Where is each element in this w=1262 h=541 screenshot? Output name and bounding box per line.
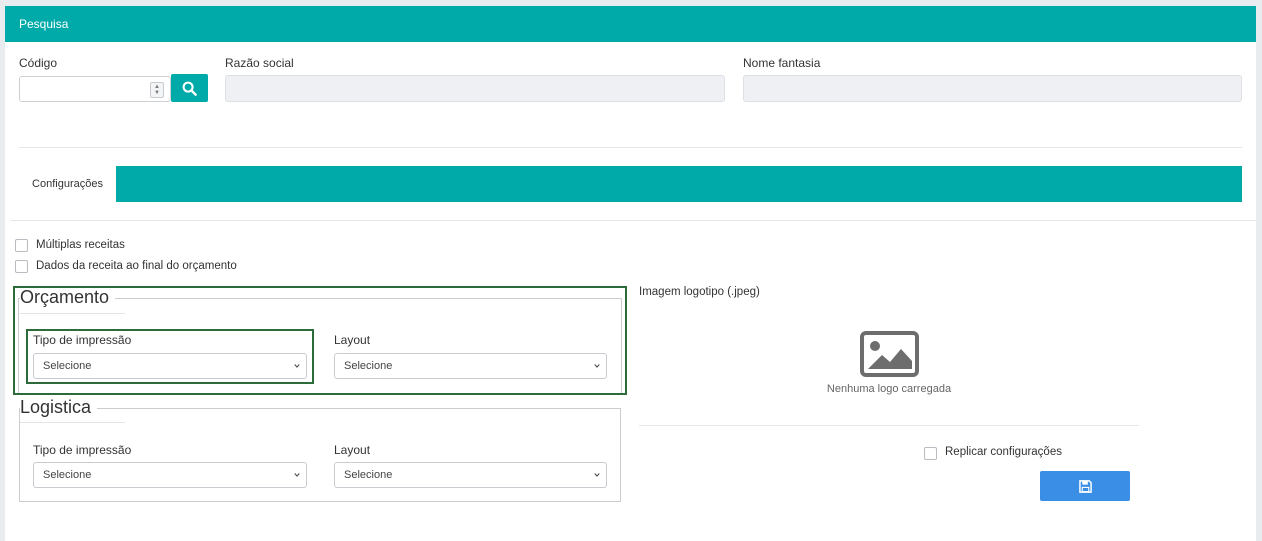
codigo-input[interactable]: ▲ ▼ (19, 76, 171, 102)
logistica-tipo-label: Tipo de impressão (33, 443, 132, 457)
legend-underline (20, 422, 125, 423)
multiplas-receitas-checkbox[interactable] (15, 239, 28, 252)
logistica-layout-label: Layout (334, 443, 371, 457)
orcamento-layout-select[interactable]: Selecione (334, 353, 607, 379)
replicar-label: Replicar configurações (945, 446, 1062, 458)
select-value: Selecione (43, 469, 92, 481)
orcamento-tipo-select[interactable]: Selecione (33, 353, 307, 379)
search-icon (182, 81, 197, 96)
nome-fantasia-input (743, 75, 1242, 102)
select-value: Selecione (43, 360, 92, 372)
chevron-down-icon (294, 473, 300, 477)
divider (19, 147, 1242, 148)
nome-fantasia-label: Nome fantasia (743, 56, 821, 70)
logistica-layout-select[interactable]: Selecione (334, 462, 607, 488)
replicar-checkbox[interactable] (924, 447, 937, 460)
multiplas-receitas-label: Múltiplas receitas (36, 239, 125, 251)
chevron-down-icon (594, 364, 600, 368)
panel-title: Pesquisa (19, 17, 69, 31)
save-button[interactable] (1040, 471, 1130, 501)
search-panel: Pesquisa Código ▲ ▼ Razão social Nome fa… (5, 6, 1256, 541)
spinner-down-icon[interactable]: ▼ (154, 90, 160, 96)
chevron-down-icon (594, 473, 600, 477)
tab-label: Configurações (32, 178, 103, 190)
panel-header: Pesquisa (5, 6, 1256, 42)
logo-label: Imagem logotipo (.jpeg) (639, 286, 760, 298)
orcamento-tipo-label: Tipo de impressão (33, 333, 132, 347)
number-spinner[interactable]: ▲ ▼ (150, 82, 164, 98)
no-logo-text: Nenhuma logo carregada (826, 383, 952, 395)
dados-receita-checkbox[interactable] (15, 260, 28, 273)
image-placeholder-icon[interactable] (860, 331, 920, 378)
logistica-tipo-select[interactable]: Selecione (33, 462, 307, 488)
tab-divider (10, 220, 1256, 221)
tab-configuracoes[interactable]: Configurações (19, 166, 116, 202)
codigo-label: Código (19, 56, 58, 70)
razao-social-label: Razão social (225, 56, 294, 70)
select-value: Selecione (344, 469, 393, 481)
dados-receita-label: Dados da receita ao final do orçamento (36, 260, 237, 272)
logo-divider (639, 425, 1139, 426)
search-button[interactable] (171, 74, 208, 102)
save-icon (1078, 479, 1092, 493)
razao-social-input (225, 75, 725, 102)
select-value: Selecione (344, 360, 393, 372)
tab-bar (116, 166, 1242, 202)
chevron-down-icon (294, 364, 300, 368)
orcamento-layout-label: Layout (334, 333, 371, 347)
logistica-legend: Logistica (20, 397, 98, 418)
